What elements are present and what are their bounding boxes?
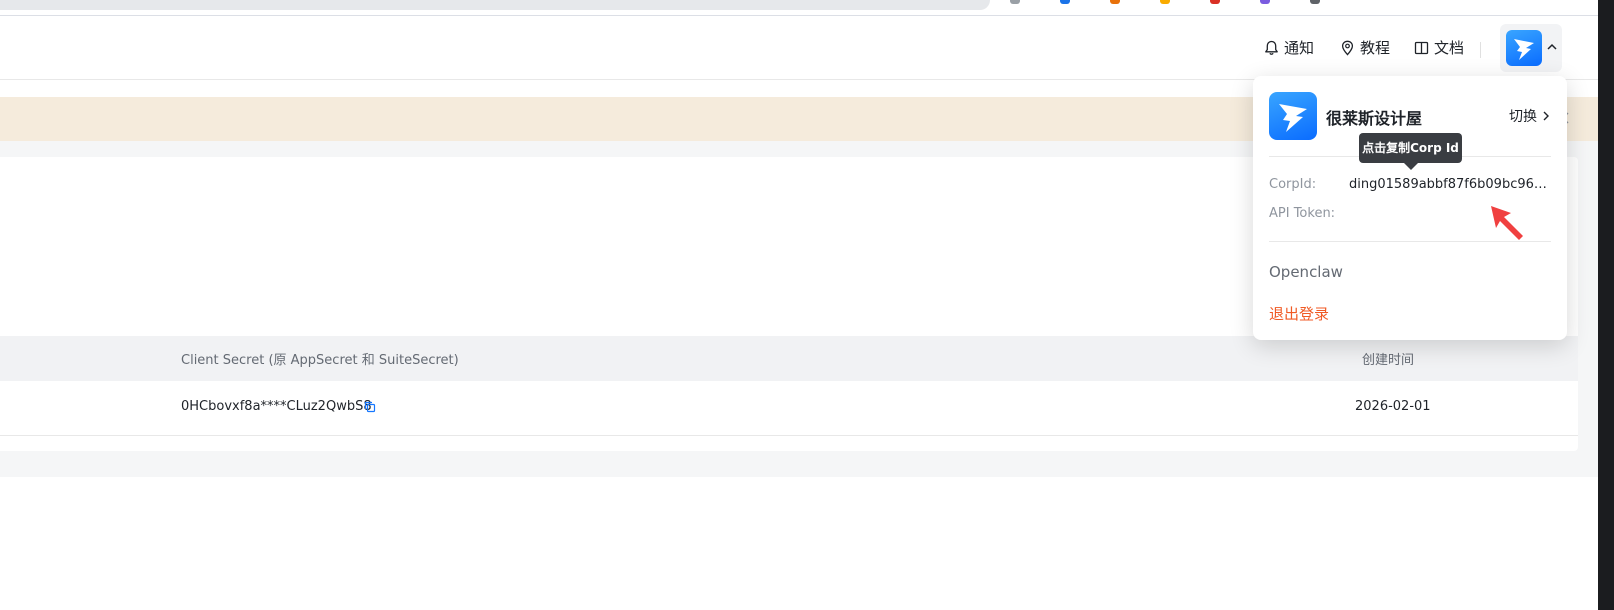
chevron-right-icon (1543, 111, 1549, 121)
org-logo-icon (1269, 92, 1317, 140)
location-pin-icon (1341, 40, 1354, 56)
tooltip-arrow (1404, 163, 1418, 170)
dingtalk-logo-icon (1506, 30, 1542, 66)
annotation-arrow-icon (1491, 206, 1523, 240)
column-created-time: 创建时间 (1362, 353, 1415, 368)
desktop-edge (1598, 0, 1614, 610)
copy-corpid-tooltip: 点击复制Corp Id (1359, 133, 1462, 163)
browser-toolbar-icons (1010, 0, 1320, 4)
nav-notifications[interactable]: 通知 (1264, 37, 1314, 58)
org-menu-toggle[interactable] (1500, 24, 1562, 72)
bell-icon (1265, 40, 1278, 55)
address-bar[interactable] (0, 0, 990, 10)
api-token-label: API Token: (1269, 206, 1336, 221)
nav-docs-label: 文档 (1434, 39, 1465, 57)
copy-icon[interactable] (364, 401, 376, 413)
table-header: Client Secret (原 AppSecret 和 SuiteSecret… (0, 336, 1578, 381)
nav-notifications-label: 通知 (1284, 39, 1315, 57)
table-row: 0HCbovxf8a****CLuz2QwbS8 2026-02-01 (0, 381, 1578, 436)
corpid-value[interactable]: ding01589abbf87f6b09bc961a... (1349, 177, 1549, 192)
switch-label: 切换 (1509, 109, 1537, 125)
client-secret-value: 0HCbovxf8a****CLuz2QwbS8 (181, 399, 372, 414)
top-header: 通知 教程 文档 (0, 16, 1598, 80)
book-icon (1414, 41, 1429, 54)
browser-chrome (0, 0, 1614, 16)
page: 通知 教程 文档 Client Secret (原 AppSecret 和 Su… (0, 0, 1614, 610)
org-name: 很莱斯设计屋 (1326, 109, 1423, 128)
corpid-label: CorpId: (1269, 177, 1317, 192)
nav-tutorial[interactable]: 教程 (1340, 37, 1390, 58)
chevron-up-icon (1547, 43, 1557, 50)
menu-item-openclaw[interactable]: Openclaw (1269, 263, 1343, 281)
column-client-secret: Client Secret (原 AppSecret 和 SuiteSecret… (181, 353, 459, 368)
nav-docs[interactable]: 文档 (1414, 37, 1464, 58)
nav-tutorial-label: 教程 (1360, 39, 1391, 57)
created-time-value: 2026-02-01 (1355, 399, 1431, 414)
logout-button[interactable]: 退出登录 (1269, 303, 1329, 324)
header-divider (1480, 42, 1481, 58)
switch-org-button[interactable]: 切换 (1509, 106, 1551, 126)
